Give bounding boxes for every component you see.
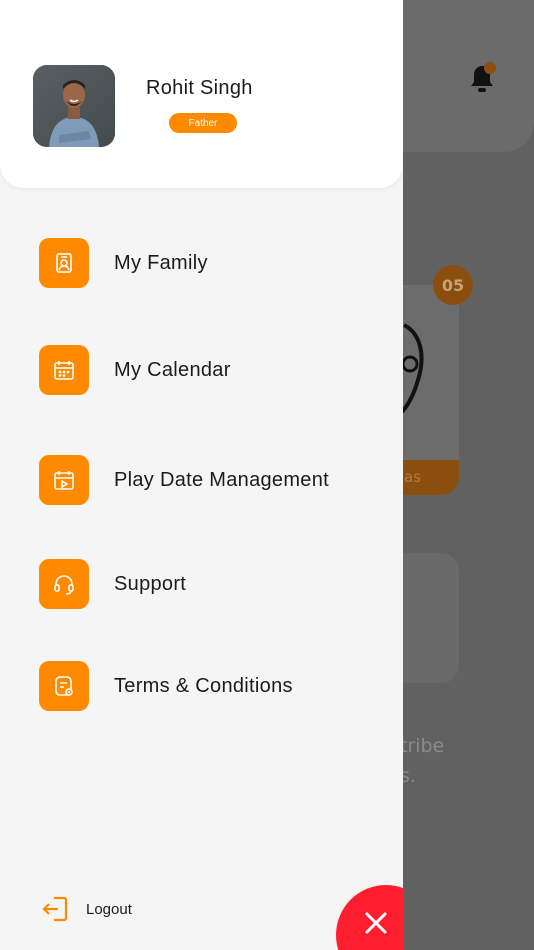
notification-bell-icon[interactable]: [466, 62, 498, 96]
menu-item-my-family[interactable]: My Family: [39, 238, 208, 288]
terms-icon: [39, 661, 89, 711]
user-name: Rohit Singh: [146, 77, 253, 99]
menu-item-label: My Calendar: [114, 358, 231, 381]
role-badge: Father: [169, 113, 237, 133]
background-count-badge: 05: [433, 265, 473, 305]
avatar[interactable]: [33, 65, 115, 147]
logout-button[interactable]: Logout: [40, 893, 132, 925]
close-drawer-button[interactable]: [336, 885, 403, 950]
headset-icon: [39, 559, 89, 609]
menu-item-play-date-management[interactable]: Play Date Management: [39, 455, 329, 505]
calendar-icon: [39, 345, 89, 395]
menu-item-label: Terms & Conditions: [114, 674, 293, 697]
family-icon: [39, 238, 89, 288]
menu-item-support[interactable]: Support: [39, 559, 186, 609]
profile-card: Rohit Singh Father: [0, 0, 403, 188]
menu-item-label: Play Date Management: [114, 468, 330, 491]
menu-item-label: My Family: [114, 251, 208, 274]
menu-item-my-calendar[interactable]: My Calendar: [39, 345, 231, 395]
profile-photo-icon: [33, 65, 115, 147]
menu-item-terms-conditions[interactable]: Terms & Conditions: [39, 661, 293, 711]
logout-icon: [42, 896, 68, 922]
play-date-icon: [39, 455, 89, 505]
menu-item-label: Support: [114, 572, 187, 595]
logout-label: Logout: [86, 900, 132, 918]
navigation-drawer: Rohit Singh Father My Family My Calendar: [0, 0, 403, 950]
background-text: tribe: [400, 735, 445, 757]
close-icon: [365, 912, 387, 934]
